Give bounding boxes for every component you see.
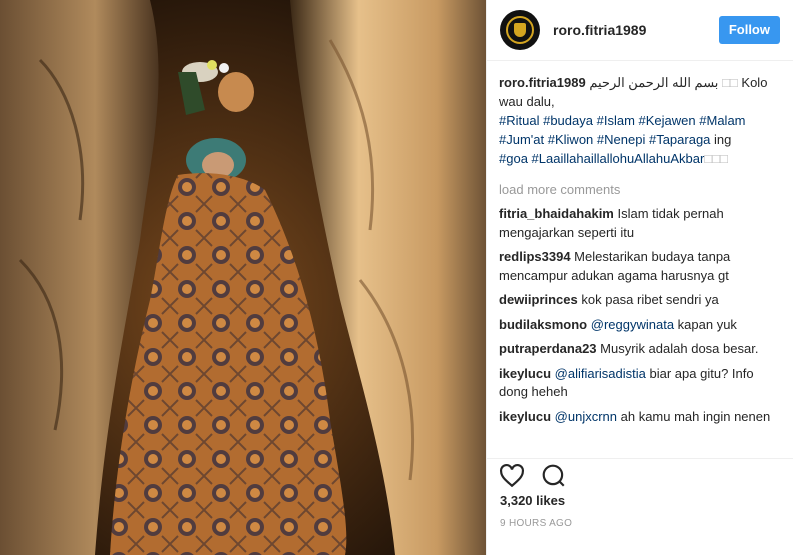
avatar[interactable] xyxy=(500,10,540,50)
comment: dewiiprinces kok pasa ribet sendri ya xyxy=(499,291,781,310)
hashtag[interactable]: #Jum'at xyxy=(499,132,544,147)
hashtag[interactable]: #Nenepi xyxy=(597,132,645,147)
comment-text: Musyrik adalah dosa besar. xyxy=(600,341,759,356)
comment-mention[interactable]: @unjxcrnn xyxy=(555,409,617,424)
comment: ikeylucu @alifiarisadistia biar apa gitu… xyxy=(499,365,781,402)
comment-text: kapan yuk xyxy=(677,316,737,332)
comment: putraperdana23 Musyrik adalah dosa besar… xyxy=(499,340,781,359)
follow-button[interactable]: Follow xyxy=(718,16,780,44)
post-viewer: roro.fitria1989 Follow roro.fitria1989 ب… xyxy=(0,0,793,555)
heart-icon[interactable] xyxy=(499,463,525,489)
hashtag[interactable]: #Malam xyxy=(699,113,745,128)
comment-username[interactable]: fitria_bhaidahakim xyxy=(499,206,614,221)
post-sidebar: roro.fitria1989 Follow roro.fitria1989 ب… xyxy=(486,0,793,555)
post-actions: 3,320 likes 9 HOURS AGO xyxy=(487,458,793,556)
caption: roro.fitria1989 بسم الله الرحمن الرحيم □… xyxy=(499,73,781,168)
comment-username[interactable]: dewiiprinces xyxy=(499,292,578,307)
caption-text-ing: ing xyxy=(714,132,732,147)
post-header: roro.fitria1989 Follow xyxy=(487,0,793,61)
comment-username[interactable]: redlips3394 xyxy=(499,249,571,264)
post-photo[interactable] xyxy=(0,0,486,555)
hashtag[interactable]: #Kejawen xyxy=(639,113,696,128)
caption-glyphs-end: □□□ xyxy=(704,151,728,166)
action-icons xyxy=(487,461,579,491)
caption-arabic: بسم الله الرحمن الرحيم xyxy=(589,75,719,90)
hashtag[interactable]: #Ritual xyxy=(499,113,539,128)
caption-glyphs: □□ xyxy=(722,75,738,90)
username-link[interactable]: roro.fitria1989 xyxy=(553,22,646,38)
comment-mention[interactable]: @alifiarisadistia xyxy=(555,366,646,381)
cave-scene-illustration xyxy=(0,0,486,555)
crest-icon xyxy=(514,23,526,37)
hashtag[interactable]: #goa xyxy=(499,151,528,166)
comments-area[interactable]: roro.fitria1989 بسم الله الرحمن الرحيم □… xyxy=(487,73,793,458)
comment-username[interactable]: putraperdana23 xyxy=(499,341,597,356)
comment-text: ah kamu mah ingin nenen xyxy=(620,408,771,424)
comment: redlips3394 Melestarikan budaya tanpa me… xyxy=(499,248,781,285)
hashtag[interactable]: #Taparaga xyxy=(649,132,710,147)
comment-icon[interactable] xyxy=(541,463,567,489)
comment-username[interactable]: budilaksmono xyxy=(499,317,587,332)
comment: ikeylucu @unjxcrnn ah kamu mah ingin nen… xyxy=(499,408,781,427)
hashtag[interactable]: #Kliwon xyxy=(548,132,594,147)
hashtag[interactable]: #Islam xyxy=(597,113,635,128)
comment-text: kok pasa ribet sendri ya xyxy=(581,292,719,307)
load-more-comments-link[interactable]: load more comments xyxy=(499,182,781,197)
comment: fitria_bhaidahakim Islam tidak pernah me… xyxy=(499,205,781,242)
hashtag[interactable]: #LaaillahaillallohuAllahuAkbar xyxy=(532,151,705,166)
comment: budilaksmono @reggywinata kapan yuk xyxy=(499,316,781,335)
comment-mention[interactable]: @reggywinata xyxy=(591,317,674,332)
caption-username[interactable]: roro.fitria1989 xyxy=(499,75,586,90)
comment-username[interactable]: ikeylucu xyxy=(499,409,551,424)
comment-username[interactable]: ikeylucu xyxy=(499,366,551,381)
hashtag[interactable]: #budaya xyxy=(543,113,593,128)
likes-count[interactable]: 3,320 likes xyxy=(500,493,565,508)
post-timestamp[interactable]: 9 HOURS AGO xyxy=(500,518,572,529)
